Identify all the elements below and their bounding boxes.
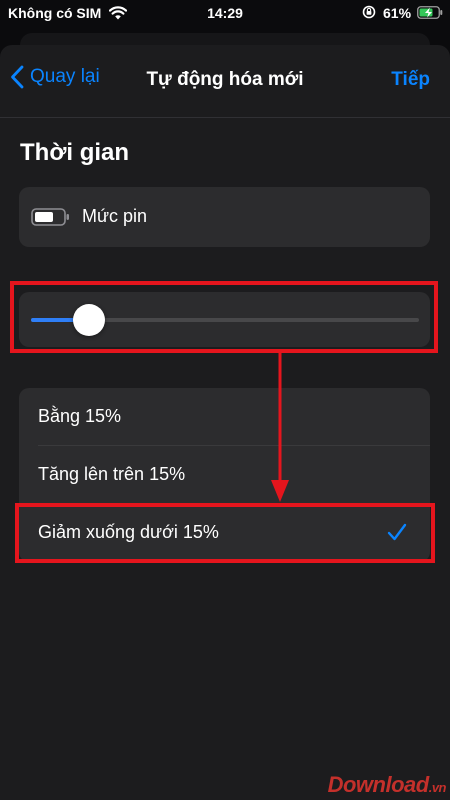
option-equal[interactable]: Bằng 15% bbox=[19, 388, 430, 446]
option-label: Tăng lên trên 15% bbox=[38, 464, 186, 484]
navigation-bar: Quay lại Tự động hóa mới Tiếp bbox=[0, 45, 450, 118]
battery-icon bbox=[31, 208, 69, 226]
option-rises-above[interactable]: Tăng lên trên 15% bbox=[19, 446, 430, 504]
section-title: Thời gian bbox=[20, 139, 130, 166]
page-title: Tự động hóa mới bbox=[146, 69, 304, 90]
trigger-label: Mức pin bbox=[82, 206, 148, 226]
battery-percent: 61% bbox=[383, 5, 412, 21]
battery-charging-icon bbox=[417, 6, 443, 19]
annotation-arrow-icon bbox=[271, 352, 289, 502]
orientation-lock-icon bbox=[362, 5, 376, 19]
watermark-logo: Download.vn bbox=[327, 772, 447, 797]
next-button[interactable]: Tiếp bbox=[391, 69, 430, 91]
slider-highlight-box bbox=[10, 281, 438, 353]
option-label: Bằng 15% bbox=[38, 406, 122, 426]
status-bar: Không có SIM 14:29 61% bbox=[0, 0, 450, 28]
new-automation-sheet: Quay lại Tự động hóa mới Tiếp Thời gian … bbox=[0, 45, 450, 800]
battery-level-trigger[interactable]: Mức pin bbox=[19, 187, 430, 247]
option-highlight-box bbox=[15, 503, 435, 563]
